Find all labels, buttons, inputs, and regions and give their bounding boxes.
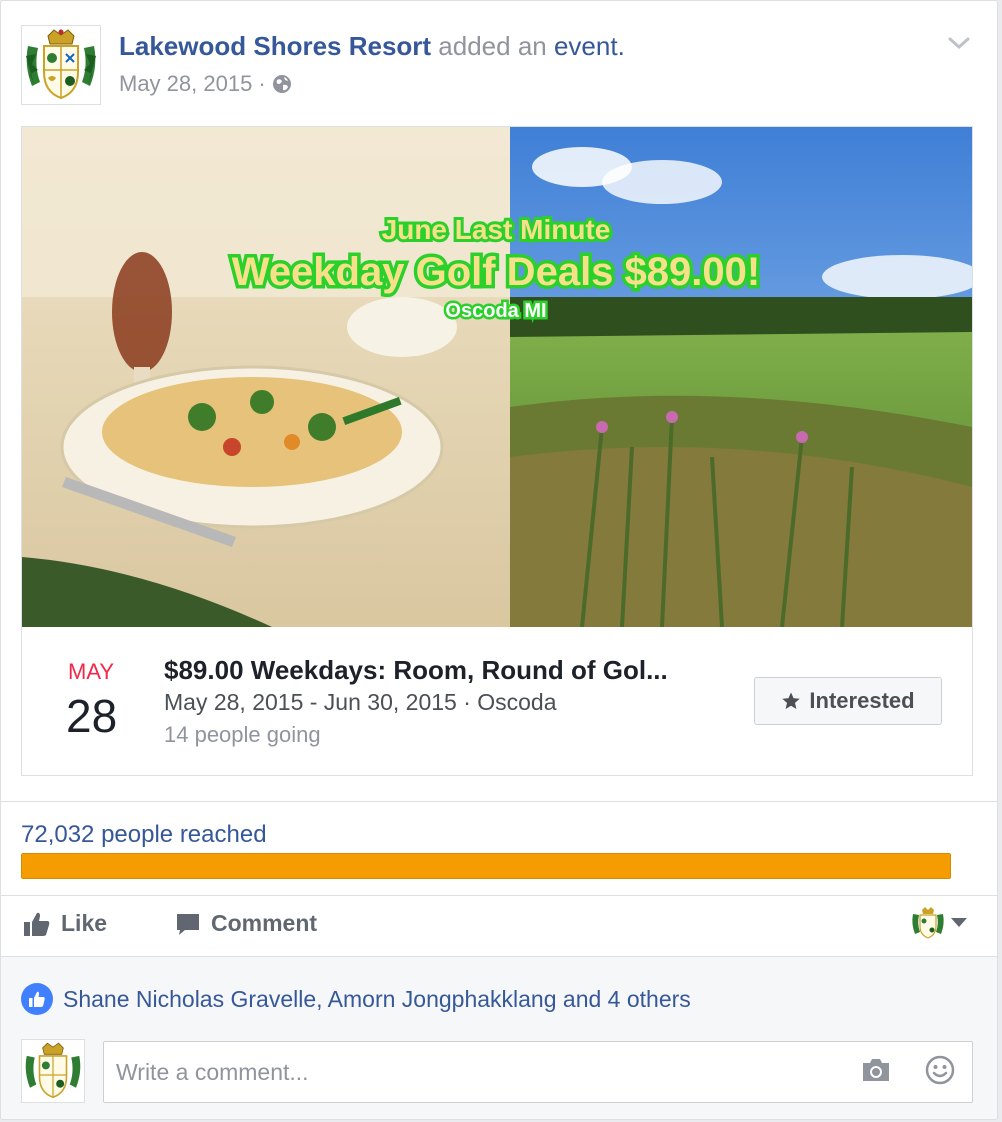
- emoji-icon[interactable]: [924, 1054, 956, 1086]
- likes-text[interactable]: Shane Nicholas Gravelle, Amorn Jongphakk…: [63, 986, 691, 1013]
- comment-composer: [103, 1041, 973, 1103]
- thumbs-up-icon: [29, 991, 45, 1007]
- camera-icon[interactable]: [860, 1056, 892, 1084]
- resort-crest-logo: [22, 1040, 84, 1102]
- event-day: 28: [66, 690, 118, 742]
- like-label: Like: [61, 910, 108, 936]
- comment-button[interactable]: Comment: [175, 910, 317, 937]
- title-period: .: [617, 31, 625, 61]
- page-name-link[interactable]: Lakewood Shores Resort: [119, 31, 431, 61]
- comment-input[interactable]: [116, 1042, 836, 1102]
- event-title[interactable]: $89.00 Weekdays: Room, Round of Gol...: [164, 655, 668, 686]
- comment-label: Comment: [211, 910, 318, 936]
- post-header: Lakewood Shores Resort added an event. M…: [21, 23, 977, 107]
- caret-down-icon: [951, 918, 967, 927]
- cover-headline-line2: Weekday Golf Deals $89.00!: [232, 250, 760, 294]
- event-dates-location: May 28, 2015 - Jun 30, 2015 · Oscoda: [164, 689, 557, 715]
- resort-crest-logo: [22, 26, 100, 104]
- post-actions: Like Comment: [1, 896, 997, 956]
- reach-progress-fill: [21, 853, 951, 879]
- cover-headline-line1: June Last Minute: [382, 214, 611, 245]
- likes-summary[interactable]: Shane Nicholas Gravelle, Amorn Jongphakk…: [21, 983, 691, 1015]
- like-button[interactable]: Like: [23, 910, 107, 937]
- comment-icon: [177, 913, 199, 935]
- cover-headline-line3: Oscoda MI: [445, 300, 546, 322]
- interested-button[interactable]: Interested: [754, 677, 942, 725]
- post-card: Lakewood Shores Resort added an event. M…: [0, 0, 998, 1120]
- resort-crest-avatar: [912, 907, 944, 939]
- like-reaction-icon: [21, 983, 53, 1015]
- event-cover-image[interactable]: June Last Minute Weekday Golf Deals $89.…: [22, 127, 972, 627]
- meta-separator: ·: [258, 71, 266, 96]
- cover-photo: June Last Minute Weekday Golf Deals $89.…: [22, 127, 972, 627]
- event-attachment[interactable]: June Last Minute Weekday Golf Deals $89.…: [21, 126, 973, 776]
- commenter-avatar[interactable]: [21, 1039, 85, 1103]
- divider: [1, 801, 997, 802]
- post-as-selector[interactable]: [911, 906, 967, 940]
- star-icon: [782, 692, 801, 709]
- post-meta: May 28, 2015 ·: [119, 71, 292, 97]
- post-footer: Shane Nicholas Gravelle, Amorn Jongphakk…: [1, 956, 997, 1119]
- people-reached[interactable]: 72,032 people reached: [21, 821, 267, 849]
- reach-progress-bar: [21, 853, 951, 879]
- globe-icon: [272, 75, 291, 93]
- post-date[interactable]: May 28, 2015: [119, 71, 252, 97]
- action-text: added an: [431, 31, 554, 61]
- thumbs-up-icon: [24, 912, 50, 936]
- event-month: MAY: [68, 659, 115, 684]
- post-title-line: Lakewood Shores Resort added an event.: [119, 31, 625, 62]
- event-link[interactable]: event: [554, 31, 618, 61]
- event-going-count[interactable]: 14 people going: [164, 722, 321, 748]
- interested-label: Interested: [809, 688, 915, 713]
- page-avatar[interactable]: [21, 25, 101, 105]
- event-info: MAY 28 $89.00 Weekdays: Room, Round of G…: [22, 627, 972, 775]
- chevron-down-icon[interactable]: [945, 29, 973, 57]
